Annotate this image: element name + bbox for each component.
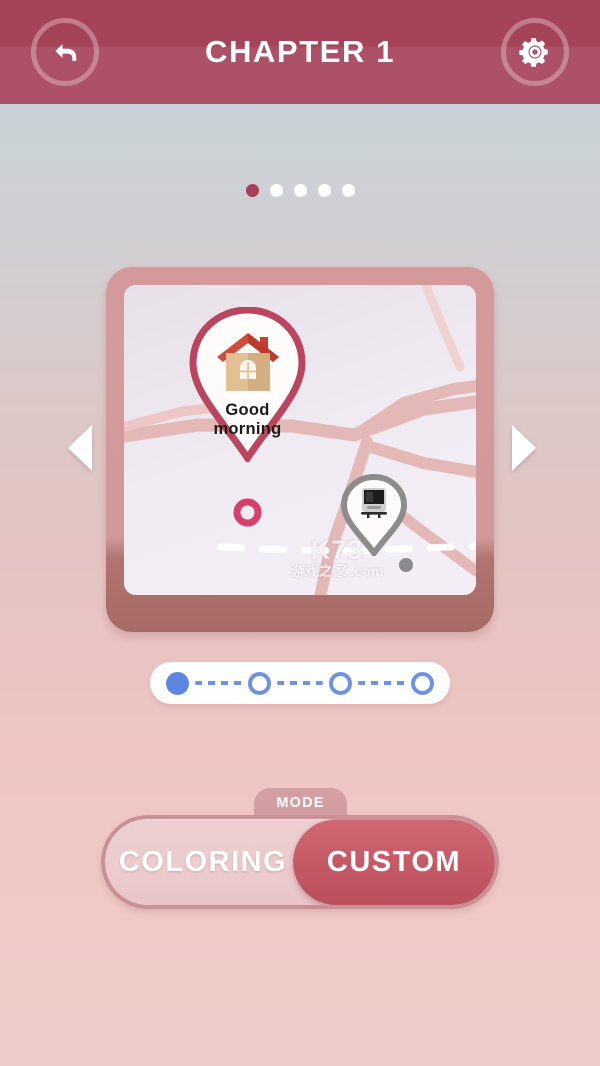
house-icon <box>214 331 282 398</box>
house-pin-label-line1: Good <box>225 401 270 419</box>
train-icon <box>358 487 390 526</box>
map-preview: K73 游戏之家 .com Good morning <box>124 285 476 595</box>
train-map-pin[interactable] <box>340 473 408 561</box>
level-step-progress[interactable] <box>150 662 450 704</box>
step-node-4[interactable] <box>411 671 435 695</box>
dot-marker <box>398 557 414 578</box>
level-preview-card[interactable]: K73 游戏之家 .com Good morning <box>106 267 494 632</box>
step-node-1[interactable] <box>166 671 189 695</box>
carousel-next-arrow[interactable] <box>512 425 536 471</box>
settings-button[interactable] <box>501 18 569 86</box>
top-header-bar: CHAPTER 1 <box>0 0 600 104</box>
page-dot-4[interactable] <box>317 184 331 197</box>
ring-marker <box>233 498 262 532</box>
step-node-3[interactable] <box>329 671 353 695</box>
gear-icon <box>518 35 552 69</box>
step-node-2[interactable] <box>247 671 271 695</box>
step-link-3 <box>358 681 406 685</box>
level-card-area: K73 游戏之家 .com Good morning <box>0 265 600 635</box>
mode-option-coloring[interactable]: COLORING <box>105 819 301 905</box>
carousel-prev-arrow[interactable] <box>68 425 92 471</box>
page-dot-2[interactable] <box>269 184 283 197</box>
house-map-pin[interactable]: Good morning <box>184 306 311 467</box>
house-pin-label-line2: morning <box>213 420 282 438</box>
page-dot-5[interactable] <box>341 184 355 197</box>
house-pin-label: Good morning <box>184 401 311 439</box>
carousel-page-dots <box>0 184 600 197</box>
step-link-1 <box>195 681 242 685</box>
step-link-2 <box>276 681 324 685</box>
mode-option-custom[interactable]: CUSTOM <box>293 819 495 905</box>
page-dot-1[interactable] <box>245 184 259 197</box>
mode-section: MODE COLORING CUSTOM <box>0 788 600 923</box>
game-screen: CHAPTER 1 K73 游戏之家 .com Good morning MOD… <box>0 0 600 1066</box>
page-dot-3[interactable] <box>293 184 307 197</box>
mode-toggle[interactable]: COLORING CUSTOM <box>101 815 499 909</box>
